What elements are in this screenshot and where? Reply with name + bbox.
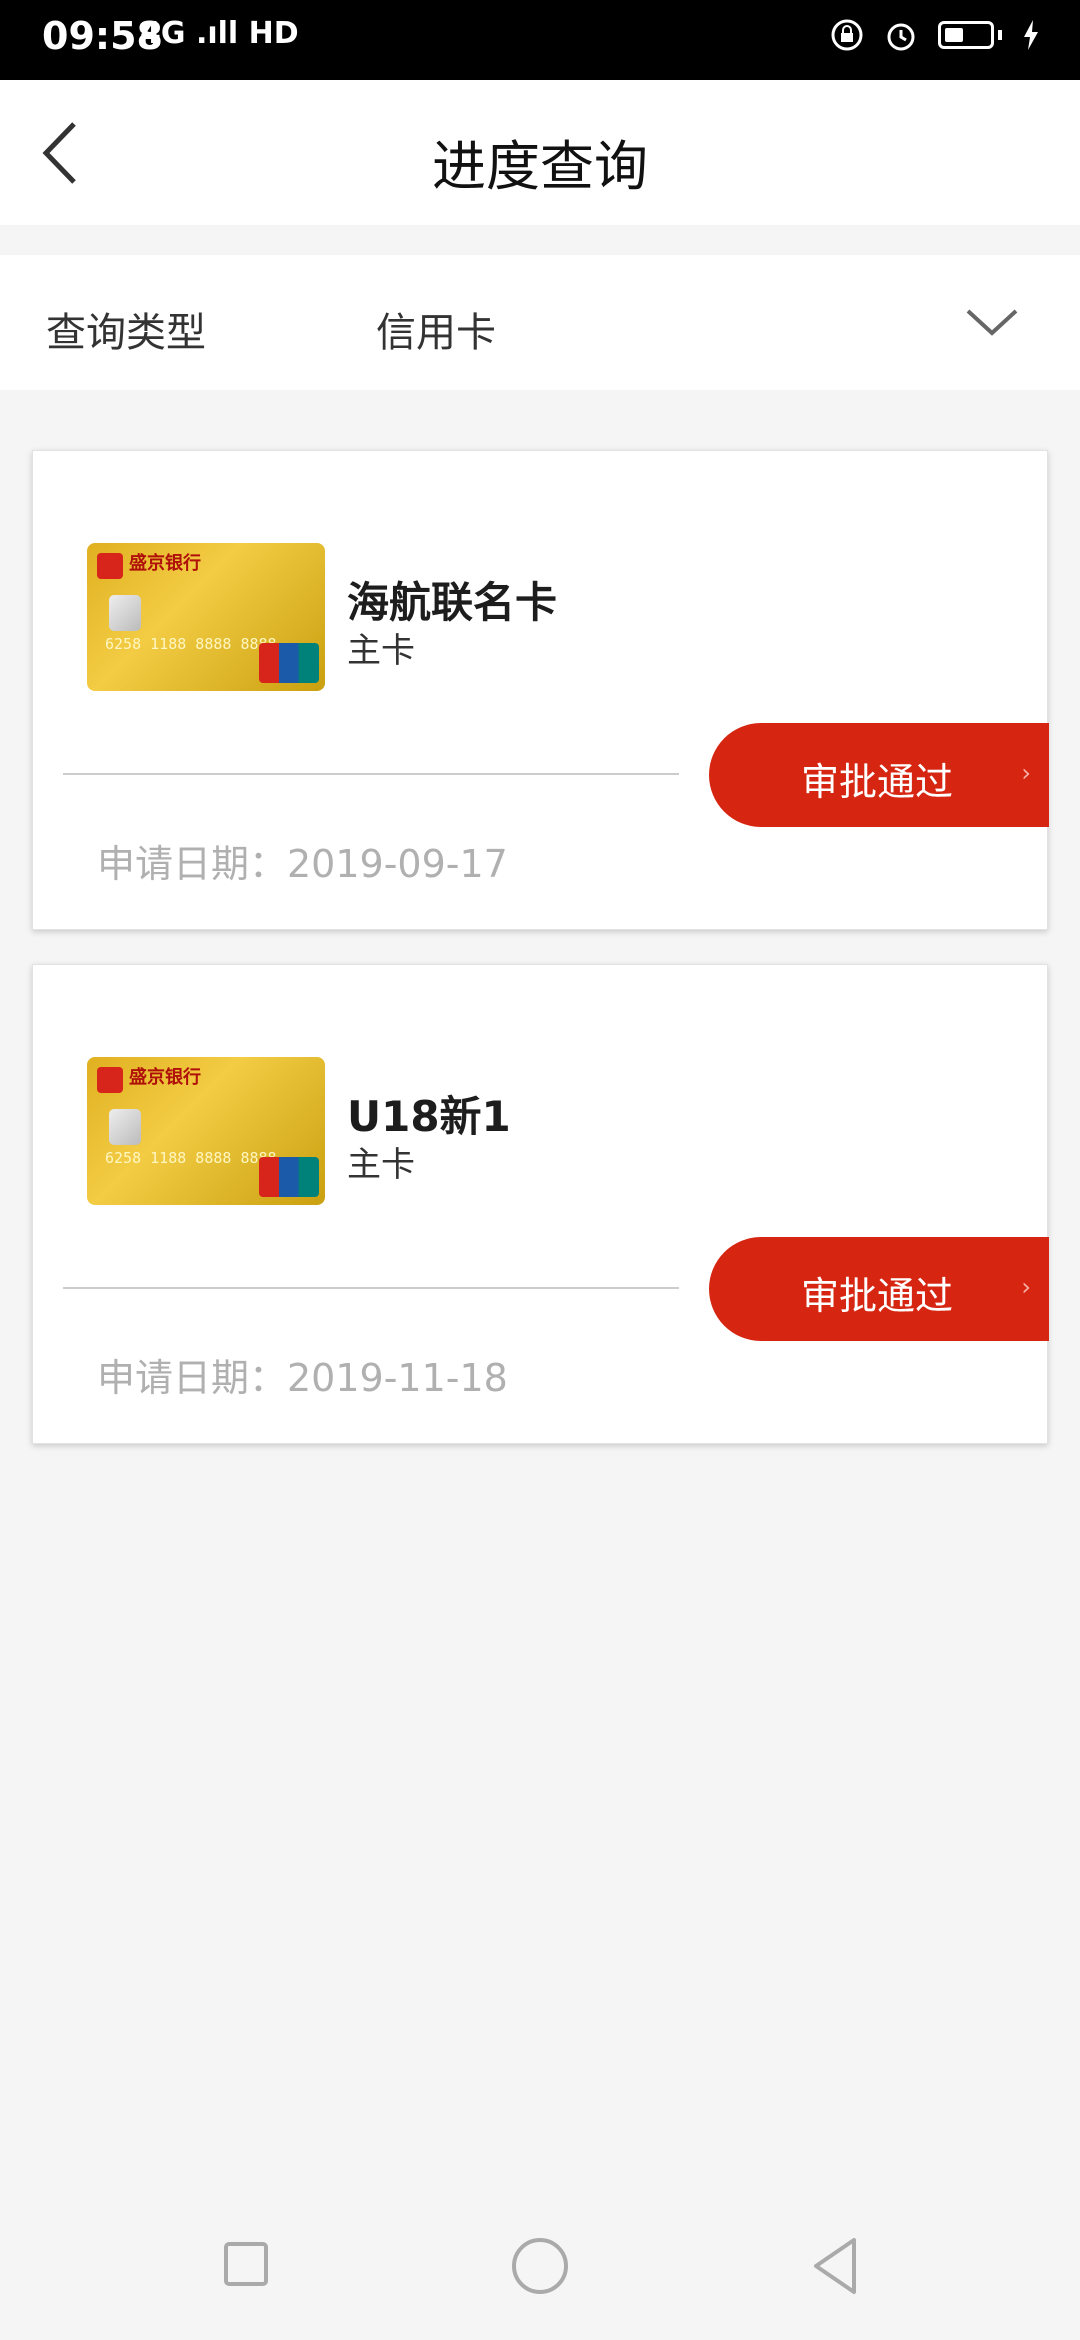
query-type-label: 查询类型 (46, 310, 206, 356)
bank-logo-icon (97, 1067, 123, 1093)
card-number: 6258 1188 8888 8888 (105, 1149, 277, 1167)
apply-date: 申请日期：2019-11-18 (97, 1356, 508, 1400)
charging-icon (1024, 20, 1038, 50)
chip-icon (109, 595, 141, 631)
credit-card-image: 盛京银行 6258 1188 8888 8888 (87, 1057, 325, 1205)
card-type: 主卡 (347, 631, 415, 671)
home-icon[interactable] (512, 2238, 568, 2294)
bank-logo-icon (97, 553, 123, 579)
back-triangle-icon[interactable] (810, 2236, 860, 2296)
unionpay-logo-icon (259, 1157, 319, 1197)
card-type: 主卡 (347, 1145, 415, 1185)
apply-date: 申请日期：2019-09-17 (97, 842, 508, 886)
status-icons (830, 18, 1040, 52)
card-number: 6258 1188 8888 8888 (105, 635, 277, 653)
application-card[interactable]: 盛京银行 6258 1188 8888 8888 U18新1 主卡 审批通过 ›… (32, 964, 1049, 1444)
status-button[interactable]: 审批通过 › (709, 1237, 1049, 1341)
divider (63, 773, 679, 775)
chevron-down-icon[interactable] (962, 293, 1022, 353)
system-nav-bar (0, 2200, 1080, 2340)
recent-apps-icon[interactable] (224, 2242, 268, 2286)
query-type-value[interactable]: 信用卡 (376, 300, 496, 358)
card-name: 海航联名卡 (347, 578, 558, 627)
chevron-right-icon: › (1021, 759, 1031, 787)
status-label: 审批通过 (801, 760, 954, 804)
chevron-right-icon: › (1021, 1273, 1031, 1301)
card-bank-name: 盛京银行 (129, 553, 201, 574)
status-button[interactable]: 审批通过 › (709, 723, 1049, 827)
page-title: 进度查询 (432, 135, 648, 198)
alarm-icon (887, 23, 915, 51)
battery-icon (938, 21, 994, 49)
chip-icon (109, 1109, 141, 1145)
query-type-selector[interactable]: 查询类型 信用卡 (0, 255, 1080, 390)
status-bar: 09:58 4G .ıll HD (0, 0, 1080, 80)
card-name: U18新1 (347, 1092, 511, 1141)
credit-card-image: 盛京银行 6258 1188 8888 8888 (87, 543, 325, 691)
rotation-lock-icon (831, 19, 863, 51)
status-label: 审批通过 (801, 1274, 954, 1318)
application-card[interactable]: 盛京银行 6258 1188 8888 8888 海航联名卡 主卡 审批通过 ›… (32, 450, 1049, 930)
unionpay-logo-icon (259, 643, 319, 683)
nav-header: 进度查询 (0, 80, 1080, 225)
divider (63, 1287, 679, 1289)
signal-icon: 4G .ıll HD (140, 16, 299, 51)
battery-tip (998, 30, 1002, 40)
card-bank-name: 盛京银行 (129, 1067, 201, 1088)
